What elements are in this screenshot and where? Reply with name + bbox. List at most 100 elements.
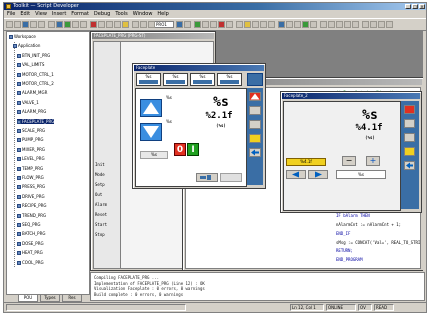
toolbar-button[interactable] (80, 21, 87, 28)
output-pane[interactable]: Compiling FACEPLATE_PRG ... Implementati… (90, 272, 425, 301)
lock-icon[interactable] (249, 134, 261, 143)
declaration-item[interactable]: Reset (95, 212, 107, 217)
menu-item[interactable]: Format (71, 10, 89, 18)
toolbar-button[interactable] (320, 21, 327, 28)
tree-item[interactable]: FLOW_PRG (17, 175, 44, 180)
toolbar-button[interactable] (378, 21, 385, 28)
toolbar-button[interactable] (64, 21, 71, 28)
tree-item[interactable]: LEVEL_PRG (17, 156, 45, 162)
toolbar-button[interactable] (56, 21, 63, 28)
toolbar-button[interactable] (310, 21, 317, 28)
toolbar-button[interactable] (6, 21, 13, 28)
tree-item[interactable]: FACEPLATE_PRG (17, 118, 55, 124)
toolbar-button[interactable] (218, 21, 225, 28)
toolbar-button[interactable] (114, 21, 121, 28)
tree-item[interactable]: COOL_PRG (17, 260, 44, 265)
tree-item[interactable]: PUMP_PRG (17, 137, 44, 143)
toolbar-button[interactable] (236, 21, 243, 28)
toolbar-button[interactable] (294, 21, 301, 28)
settings-icon[interactable] (404, 119, 415, 128)
tree-item[interactable]: VAL_LIMITS (17, 62, 44, 68)
pin-button[interactable] (196, 173, 218, 182)
up-button[interactable] (140, 99, 162, 117)
toolbar-button[interactable] (14, 21, 21, 28)
edit-icon[interactable] (249, 120, 261, 129)
project-tree[interactable]: Workspace Application BTN_INIT_PRG VAL_LIMI… (6, 31, 90, 295)
tree-tab[interactable]: Types (40, 294, 60, 302)
tree-item[interactable]: VALVE_1 (17, 100, 39, 105)
alarm-icon[interactable] (249, 92, 261, 101)
toolbar-button[interactable] (106, 21, 113, 28)
tree-item[interactable]: MIXER_PRG (17, 147, 45, 152)
tree-tab[interactable]: Res (62, 294, 82, 302)
toolbar-button[interactable] (48, 21, 55, 28)
menu-item[interactable]: Edit (20, 10, 30, 18)
toolbar-button[interactable] (22, 21, 29, 28)
declaration-item[interactable]: Init (95, 162, 105, 167)
toolbar-button[interactable] (226, 21, 233, 28)
alarm-icon[interactable] (404, 105, 415, 114)
toolbar-button[interactable] (122, 21, 129, 28)
toolbar-button[interactable] (132, 21, 139, 28)
menu-item[interactable]: Insert (52, 10, 66, 18)
declaration-item[interactable]: Start (95, 222, 107, 227)
toolbar-button[interactable] (336, 21, 343, 28)
toolbar-button[interactable] (244, 21, 251, 28)
down-button[interactable] (140, 123, 162, 141)
lock-icon[interactable] (404, 147, 415, 156)
tree-item[interactable]: TREND_PRG (17, 213, 46, 218)
tree-item[interactable]: MOTOR_CTRL_2 (17, 81, 54, 86)
toolbar-button[interactable] (362, 21, 369, 28)
toolbar-button[interactable] (260, 21, 267, 28)
toolbar-button[interactable] (184, 21, 191, 28)
tree-item[interactable]: TEMP_PRG (17, 166, 43, 171)
faceplate-window[interactable]: Faceplate %s %s %s %2.1f (%s) 0 I %s %s … (132, 63, 266, 189)
declaration-item[interactable]: Stop (95, 232, 105, 237)
declaration-item[interactable]: Out (95, 192, 102, 197)
menu-item[interactable]: View (35, 10, 47, 18)
menu-item[interactable]: Debug (94, 10, 110, 18)
menu-item[interactable]: Help (157, 10, 168, 18)
close-button[interactable]: × (419, 4, 425, 9)
prev-arrow-button[interactable] (286, 170, 306, 179)
toolbar-button[interactable] (302, 21, 309, 28)
toolbar-button[interactable] (98, 21, 105, 28)
settings-icon[interactable] (249, 106, 261, 115)
tree-item[interactable]: SCALE_PRG (17, 128, 45, 133)
stop-button[interactable]: 0 (174, 143, 186, 156)
menu-item[interactable]: Window (133, 10, 153, 18)
plus-button[interactable]: + (366, 156, 380, 166)
edit-icon[interactable] (404, 133, 415, 142)
toolbar-button[interactable] (90, 21, 97, 28)
maximize-button[interactable]: □ (412, 4, 418, 9)
toolbar-button[interactable] (328, 21, 335, 28)
toolbar-button[interactable] (352, 21, 359, 28)
tree-item[interactable]: BTN_INIT_PRG (17, 53, 50, 58)
tree-item[interactable]: BATCH_PRG (17, 231, 45, 237)
declaration-item[interactable]: Setp (95, 182, 105, 187)
tree-item[interactable]: RECIPE_PRG (17, 203, 47, 209)
back-arrow-icon[interactable] (404, 161, 415, 170)
project-combo[interactable]: PRO1 (154, 21, 174, 28)
toolbar-button[interactable] (278, 21, 285, 28)
toolbar-button[interactable] (30, 21, 37, 28)
toolbar-button[interactable] (148, 21, 155, 28)
menu-item[interactable]: File (7, 10, 15, 18)
toolbar-button[interactable] (268, 21, 275, 28)
toolbar-button[interactable] (72, 21, 79, 28)
tree-item[interactable]: HEAT_PRG (17, 250, 43, 256)
declaration-item[interactable]: Mode (95, 172, 105, 177)
tree-item[interactable]: PRESS_PRG (17, 184, 45, 190)
toolbar-button[interactable] (38, 21, 45, 28)
toolbar-button[interactable] (194, 21, 201, 28)
toolbar-button[interactable] (252, 21, 259, 28)
tree-item[interactable]: ALARM_MGR (17, 90, 47, 96)
tree-item[interactable]: Workspace (9, 34, 36, 39)
toolbar-button[interactable] (140, 21, 147, 28)
menu-item[interactable]: Tools (115, 10, 127, 18)
tree-item[interactable]: DRIVE_PRG (17, 194, 45, 199)
minimize-button[interactable]: _ (405, 4, 411, 9)
toolbar-button[interactable] (176, 21, 183, 28)
faceplate-header-close[interactable] (247, 73, 263, 86)
tree-item[interactable]: DOSE_PRG (17, 241, 44, 246)
